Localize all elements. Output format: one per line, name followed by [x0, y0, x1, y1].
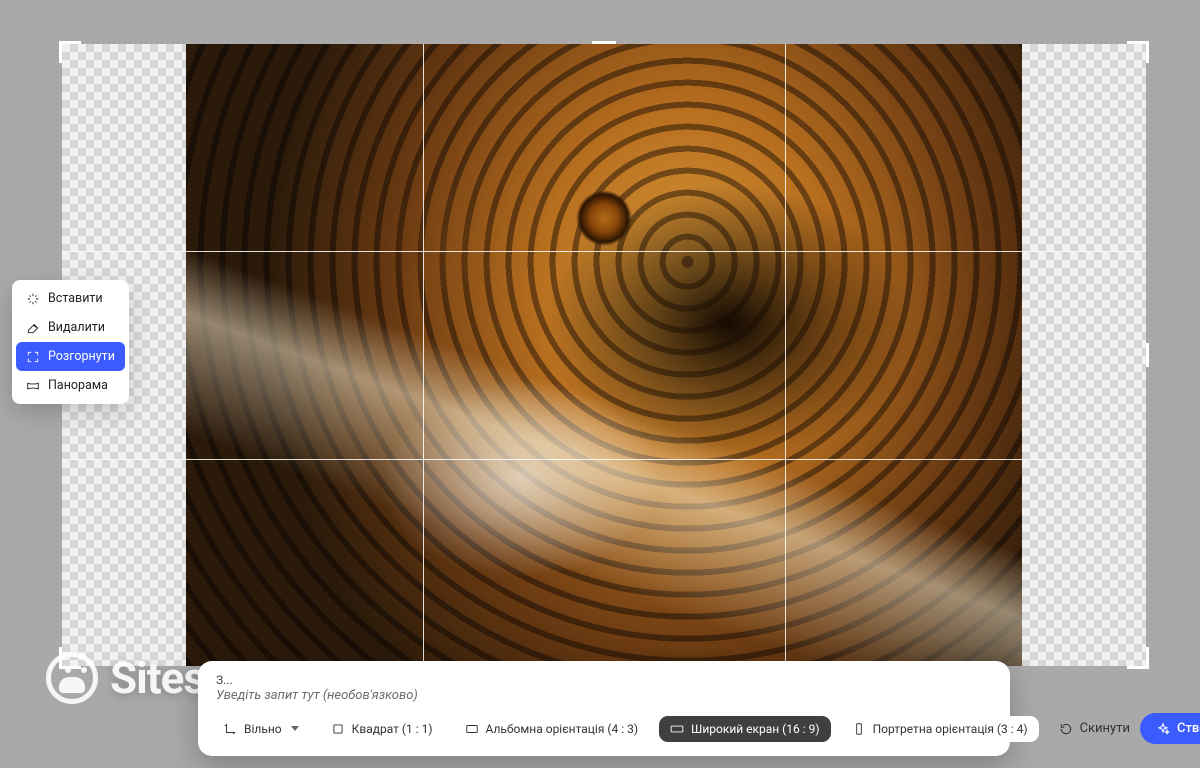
aspect-option-widescreen[interactable]: Широкий екран (16 : 9)	[659, 716, 831, 742]
expand-toolbar: З... Уведіть запит тут (необов'язково) В…	[198, 661, 1010, 756]
aspect-option-label: Вільно	[244, 722, 282, 736]
grid-line	[423, 44, 424, 666]
grid-line	[62, 459, 1146, 460]
menu-item-expand[interactable]: Розгорнути	[16, 342, 125, 371]
landscape-icon	[465, 722, 479, 736]
menu-item-panorama[interactable]: Панорама	[16, 371, 125, 400]
crop-handle-top[interactable]	[592, 41, 616, 44]
panorama-icon	[26, 379, 40, 393]
aspect-option-square[interactable]: Квадрат (1 : 1)	[320, 716, 444, 742]
crop-handle-top-right[interactable]	[1127, 41, 1149, 63]
reset-button-label: Скинути	[1080, 721, 1130, 736]
aspect-option-label: Портретна орієнтація (3 : 4)	[873, 722, 1028, 736]
aspect-option-landscape[interactable]: Альбомна орієнтація (4 : 3)	[454, 716, 650, 742]
reset-button[interactable]: Скинути	[1059, 721, 1130, 736]
reset-icon	[1059, 722, 1073, 736]
sparkle-erase-icon	[26, 321, 40, 335]
expand-icon	[26, 350, 40, 364]
crop-handle-top-left[interactable]	[59, 41, 81, 63]
create-button-label: Створити	[1177, 721, 1200, 736]
crop-free-icon	[223, 722, 237, 736]
aspect-option-free[interactable]: Вільно	[212, 716, 310, 742]
prompt-input[interactable]: Уведіть запит тут (необов'язково)	[216, 688, 996, 703]
generate-icon	[1156, 722, 1170, 736]
prompt-label: З...	[216, 673, 996, 687]
tool-context-menu: Вставити Видалити Розгорнути Панорама	[12, 280, 129, 404]
menu-item-remove[interactable]: Видалити	[16, 313, 125, 342]
square-icon	[331, 722, 345, 736]
menu-item-insert[interactable]: Вставити	[16, 284, 125, 313]
grid-line	[785, 44, 786, 666]
portrait-icon	[852, 722, 866, 736]
watermark-logo-icon	[46, 652, 98, 704]
crop-canvas[interactable]	[62, 44, 1146, 666]
crop-handle-bottom-right[interactable]	[1127, 647, 1149, 669]
menu-item-label: Панорама	[48, 378, 108, 393]
aspect-option-label: Альбомна орієнтація (4 : 3)	[486, 722, 639, 736]
crop-handle-right[interactable]	[1146, 343, 1149, 367]
widescreen-icon	[670, 722, 684, 736]
menu-item-label: Видалити	[48, 320, 105, 335]
aspect-option-label: Квадрат (1 : 1)	[352, 722, 433, 736]
menu-item-label: Розгорнути	[48, 349, 115, 364]
menu-item-label: Вставити	[48, 291, 103, 306]
aspect-option-label: Широкий екран (16 : 9)	[691, 722, 820, 736]
grid-line	[62, 251, 1146, 252]
aspect-option-portrait[interactable]: Портретна орієнтація (3 : 4)	[841, 716, 1039, 742]
sparkle-insert-icon	[26, 292, 40, 306]
image-preview	[186, 44, 1022, 666]
create-button[interactable]: Створити	[1140, 713, 1200, 744]
